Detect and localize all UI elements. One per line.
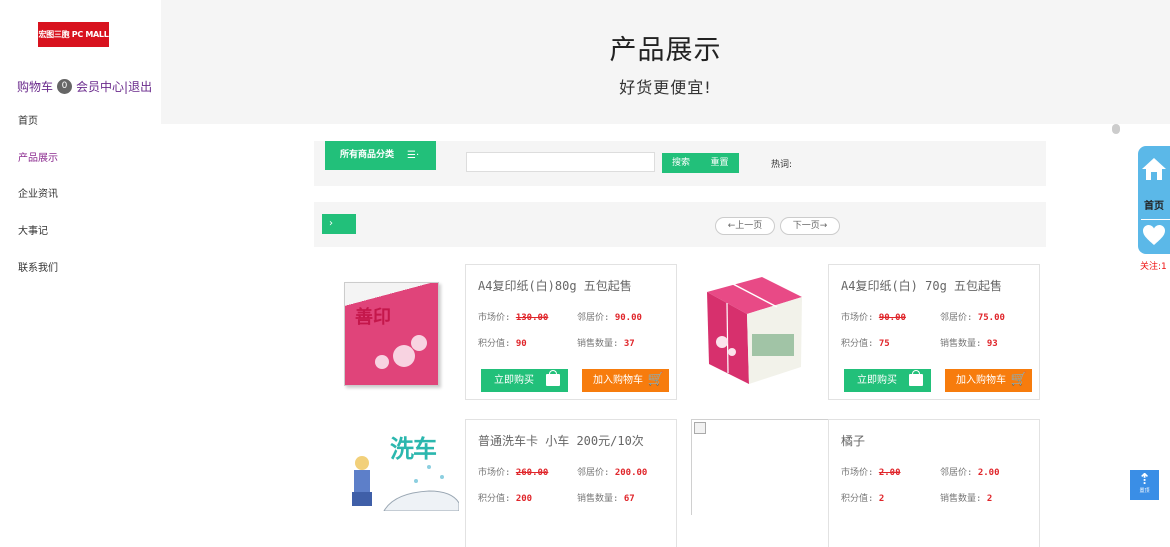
nav-item-products[interactable]: 产品展示 bbox=[18, 153, 58, 190]
market-price-row: 市场价: 2.00 bbox=[841, 468, 901, 478]
back-to-top-button[interactable]: ⇡ 置顶 bbox=[1130, 470, 1159, 500]
heart-icon[interactable] bbox=[1141, 224, 1167, 250]
product-card: 橘子 市场价: 2.00 邻居价: 2.00 积分值: 2 销售数量: 2 bbox=[677, 419, 1040, 547]
search-button[interactable]: 搜索 bbox=[662, 153, 700, 173]
add-to-cart-button[interactable]: 加入购物车 🛒 bbox=[945, 369, 1032, 392]
paper-ream-image: 善印 bbox=[344, 282, 439, 386]
sales-row: 销售数量: 93 bbox=[940, 339, 998, 349]
sales-count: 2 bbox=[986, 494, 993, 504]
pager-bar: › ←上一页 下一页→ bbox=[314, 202, 1046, 247]
prev-page-button[interactable]: ←上一页 bbox=[715, 217, 775, 235]
points-value: 2 bbox=[878, 494, 885, 504]
product-info: 橘子 市场价: 2.00 邻居价: 2.00 积分值: 2 销售数量: 2 bbox=[828, 419, 1040, 547]
product-card: A4复印纸(白) 70g 五包起售 市场价: 90.00 邻居价: 75.00 … bbox=[677, 264, 1040, 400]
points-row: 积分值: 2 bbox=[841, 494, 885, 504]
market-price: 260.00 bbox=[515, 468, 549, 478]
neighbor-price-row: 邻居价: 75.00 bbox=[940, 313, 1005, 323]
divider bbox=[1141, 219, 1170, 220]
points-row: 积分值: 200 bbox=[478, 494, 533, 504]
scroll-indicator[interactable] bbox=[1112, 124, 1120, 134]
category-label: 所有商品分类 bbox=[340, 150, 395, 160]
sales-count: 37 bbox=[623, 339, 635, 349]
market-price-row: 市场价: 260.00 bbox=[478, 468, 549, 478]
page-title: 产品展示 bbox=[609, 35, 722, 66]
product-card: 洗车 普通洗车卡 小车 200元/10次 市场价: 260.00 邻居价: 20… bbox=[314, 419, 677, 547]
product-name[interactable]: A4复印纸(白)80g 五包起售 bbox=[478, 277, 632, 294]
nav-item-home[interactable]: 首页 bbox=[18, 116, 58, 153]
category-dropdown-button[interactable]: 所有商品分类 ☰· bbox=[325, 141, 436, 170]
points-row: 积分值: 90 bbox=[478, 339, 527, 349]
floating-toolbar: 首页 bbox=[1138, 146, 1170, 254]
product-info: 普通洗车卡 小车 200元/10次 市场价: 260.00 邻居价: 200.0… bbox=[465, 419, 677, 547]
neighbor-price: 90.00 bbox=[614, 313, 642, 323]
cart-icon: 🛒 bbox=[647, 372, 664, 387]
sales-count: 67 bbox=[623, 494, 635, 504]
menu-icon: ☰· bbox=[407, 150, 420, 161]
product-image[interactable]: 洗车 bbox=[314, 419, 466, 547]
product-image[interactable] bbox=[677, 419, 843, 547]
sales-row: 销售数量: 37 bbox=[577, 339, 635, 349]
search-input[interactable] bbox=[466, 152, 655, 172]
sidebar: 宏图三胞 PC MALL 购物车 0 会员中心 | 退出 首页 产品展示 企业资… bbox=[0, 0, 161, 547]
neighbor-price-row: 邻居价: 2.00 bbox=[940, 468, 1000, 478]
add-to-cart-button[interactable]: 加入购物车 🛒 bbox=[582, 369, 669, 392]
bag-icon bbox=[909, 370, 923, 386]
market-price-row: 市场价: 130.00 bbox=[478, 313, 549, 323]
cart-link[interactable]: 购物车 bbox=[17, 78, 53, 95]
main-nav: 首页 产品展示 企业资讯 大事记 联系我们 bbox=[18, 116, 58, 299]
market-price-row: 市场价: 90.00 bbox=[841, 313, 906, 323]
neighbor-price-row: 邻居价: 200.00 bbox=[577, 468, 648, 478]
user-links: 购物车 0 会员中心 | 退出 bbox=[17, 78, 152, 95]
hotword-label: 热词: bbox=[771, 160, 793, 170]
neighbor-price: 75.00 bbox=[977, 313, 1005, 323]
follow-count: 关注:1 bbox=[1140, 262, 1167, 272]
member-center-link[interactable]: 会员中心 bbox=[76, 78, 124, 95]
paper-carton-image bbox=[707, 277, 802, 384]
neighbor-price: 200.00 bbox=[614, 468, 648, 478]
points-row: 积分值: 75 bbox=[841, 339, 890, 349]
points-value: 200 bbox=[515, 494, 533, 504]
product-info: A4复印纸(白) 70g 五包起售 市场价: 90.00 邻居价: 75.00 … bbox=[828, 264, 1040, 400]
next-page-button[interactable]: 下一页→ bbox=[780, 217, 840, 235]
sales-row: 销售数量: 67 bbox=[577, 494, 635, 504]
search-bar: 所有商品分类 ☰· 搜索 重置 热词: bbox=[314, 141, 1046, 186]
page-subtitle: 好货更便宜! bbox=[619, 78, 712, 97]
product-card: 善印 A4复印纸(白)80g 五包起售 市场价: 130.00 邻居价: 90.… bbox=[314, 264, 677, 400]
points-value: 75 bbox=[878, 339, 890, 349]
product-name[interactable]: 橘子 bbox=[841, 432, 865, 449]
broken-image-icon bbox=[691, 419, 843, 515]
product-name[interactable]: A4复印纸(白) 70g 五包起售 bbox=[841, 277, 1002, 294]
market-price: 130.00 bbox=[515, 313, 549, 323]
market-price: 2.00 bbox=[878, 468, 901, 478]
home-icon[interactable] bbox=[1138, 156, 1170, 186]
sales-row: 销售数量: 2 bbox=[940, 494, 993, 504]
buy-now-button[interactable]: 立即购买 bbox=[844, 369, 931, 392]
product-name[interactable]: 普通洗车卡 小车 200元/10次 bbox=[478, 432, 644, 449]
neighbor-price-row: 邻居价: 90.00 bbox=[577, 313, 642, 323]
nav-item-contact[interactable]: 联系我们 bbox=[18, 263, 58, 300]
buy-now-button[interactable]: 立即购买 bbox=[481, 369, 568, 392]
nav-item-events[interactable]: 大事记 bbox=[18, 226, 58, 263]
cart-icon: 🛒 bbox=[1010, 372, 1027, 387]
reset-button[interactable]: 重置 bbox=[700, 153, 739, 173]
sales-count: 93 bbox=[986, 339, 998, 349]
points-value: 90 bbox=[515, 339, 527, 349]
nav-item-news[interactable]: 企业资讯 bbox=[18, 189, 58, 226]
back-to-top-label: 置顶 bbox=[1139, 488, 1150, 494]
product-image[interactable]: 善印 bbox=[314, 264, 466, 400]
home-label[interactable]: 首页 bbox=[1138, 197, 1170, 212]
car-wash-image bbox=[352, 456, 459, 511]
logout-link[interactable]: 退出 bbox=[128, 78, 152, 95]
page-banner: 产品展示 好货更便宜! bbox=[161, 0, 1170, 124]
cart-count-badge: 0 bbox=[57, 79, 73, 94]
product-image[interactable] bbox=[677, 264, 829, 400]
logo[interactable]: 宏图三胞 PC MALL bbox=[38, 22, 109, 47]
bag-icon bbox=[546, 370, 560, 386]
neighbor-price: 2.00 bbox=[977, 468, 1000, 478]
chevron-right-icon[interactable]: › bbox=[322, 214, 356, 234]
arrow-up-icon: ⇡ bbox=[1138, 470, 1151, 488]
product-info: A4复印纸(白)80g 五包起售 市场价: 130.00 邻居价: 90.00 … bbox=[465, 264, 677, 400]
market-price: 90.00 bbox=[878, 313, 906, 323]
